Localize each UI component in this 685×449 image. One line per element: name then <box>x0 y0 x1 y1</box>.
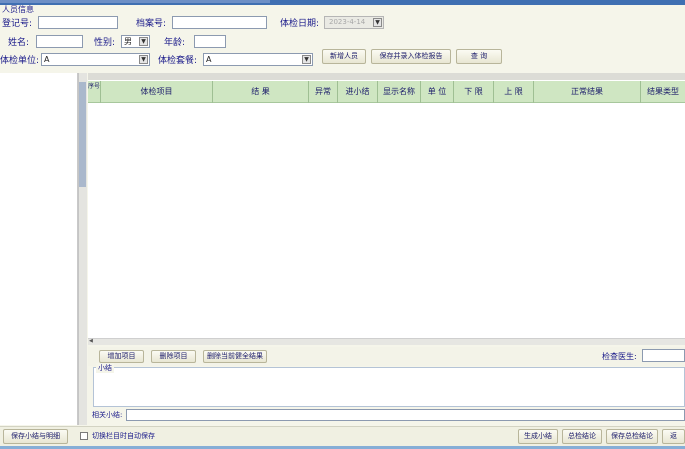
save-enter-report-button[interactable]: 保存并录入体检报告 <box>371 49 451 64</box>
exam-date-value: 2023-4-14 <box>329 18 366 26</box>
col-header-index[interactable]: 序号 <box>88 81 101 103</box>
scrollbar-thumb[interactable] <box>79 82 86 187</box>
exam-unit-label: 体检单位: <box>0 56 40 66</box>
chevron-down-icon[interactable]: ▼ <box>373 18 382 27</box>
file-no-label: 档案号: <box>136 19 167 29</box>
exam-doctor-label: 检查医生: <box>602 352 637 361</box>
col-header-normal-result[interactable]: 正常结果 <box>534 81 641 103</box>
person-info-group-title: 人员信息 <box>2 5 34 14</box>
next-button[interactable]: 返 <box>662 429 685 444</box>
related-summary-input[interactable] <box>126 409 685 421</box>
col-header-result-type[interactable]: 结果类型 <box>641 81 685 103</box>
save-overall-conclusion-button[interactable]: 保存总检结论 <box>606 429 658 444</box>
exam-date-label: 体检日期: <box>280 19 320 29</box>
chevron-down-icon[interactable]: ▼ <box>302 55 311 64</box>
chevron-down-icon[interactable]: ▼ <box>139 37 148 46</box>
exam-results-grid[interactable] <box>88 73 685 345</box>
person-list-panel[interactable] <box>0 73 78 425</box>
col-header-to-summary[interactable]: 进小结 <box>338 81 378 103</box>
auto-save-label: 切换栏目时自动保存 <box>92 432 155 440</box>
exam-package-value: A <box>206 55 212 64</box>
col-header-lower-limit[interactable]: 下 限 <box>454 81 494 103</box>
query-button[interactable]: 查 询 <box>456 49 502 64</box>
age-label: 年龄: <box>164 38 186 48</box>
exam-package-label: 体检套餐: <box>158 56 198 66</box>
col-header-abnormal[interactable]: 异常 <box>309 81 338 103</box>
delete-item-button[interactable]: 删除项目 <box>151 350 196 363</box>
col-header-result[interactable]: 结 果 <box>213 81 309 103</box>
summary-textarea[interactable] <box>93 367 685 407</box>
name-label: 姓名: <box>8 38 30 48</box>
gender-label: 性别: <box>94 38 116 48</box>
age-input[interactable] <box>194 35 226 48</box>
horizontal-scrollbar[interactable] <box>88 338 685 345</box>
exam-unit-select[interactable]: A ▼ <box>41 53 150 66</box>
summary-legend: 小结 <box>96 363 114 373</box>
overall-conclusion-button[interactable]: 总检结论 <box>562 429 602 444</box>
grid-top-strip <box>88 73 685 80</box>
auto-save-checkbox[interactable] <box>80 432 88 440</box>
reg-no-label: 登记号: <box>2 19 33 29</box>
add-item-button[interactable]: 增加项目 <box>99 350 144 363</box>
scroll-left-icon[interactable]: ◀ <box>89 339 94 344</box>
reg-no-input[interactable] <box>38 16 118 29</box>
exam-package-select[interactable]: A ▼ <box>203 53 313 66</box>
exam-date-picker[interactable]: 2023-4-14 ▼ <box>324 16 384 29</box>
col-header-exam-item[interactable]: 体检项目 <box>101 81 213 103</box>
col-header-upper-limit[interactable]: 上 限 <box>494 81 534 103</box>
chevron-down-icon[interactable]: ▼ <box>139 55 148 64</box>
gender-select[interactable]: 男 ▼ <box>121 35 150 48</box>
name-input[interactable] <box>36 35 83 48</box>
exam-unit-value: A <box>44 55 50 64</box>
col-header-unit[interactable]: 单 位 <box>421 81 454 103</box>
grid-header: 序号 体检项目 结 果 异常 进小结 显示名称 单 位 下 限 上 限 正常结果… <box>88 81 685 103</box>
delete-all-results-button[interactable]: 删除当前健全结果 <box>203 350 267 363</box>
gender-value: 男 <box>124 37 132 46</box>
col-header-display-name[interactable]: 显示名称 <box>378 81 421 103</box>
exam-doctor-input[interactable] <box>642 349 685 362</box>
generate-summary-button[interactable]: 生成小结 <box>518 429 558 444</box>
save-summary-detail-button[interactable]: 保存小结与明细 <box>3 429 68 444</box>
add-person-button[interactable]: 新增人员 <box>322 49 366 64</box>
title-bar-segment <box>0 0 270 3</box>
file-no-input[interactable] <box>172 16 267 29</box>
related-summary-label: 相关小结: <box>92 411 123 419</box>
